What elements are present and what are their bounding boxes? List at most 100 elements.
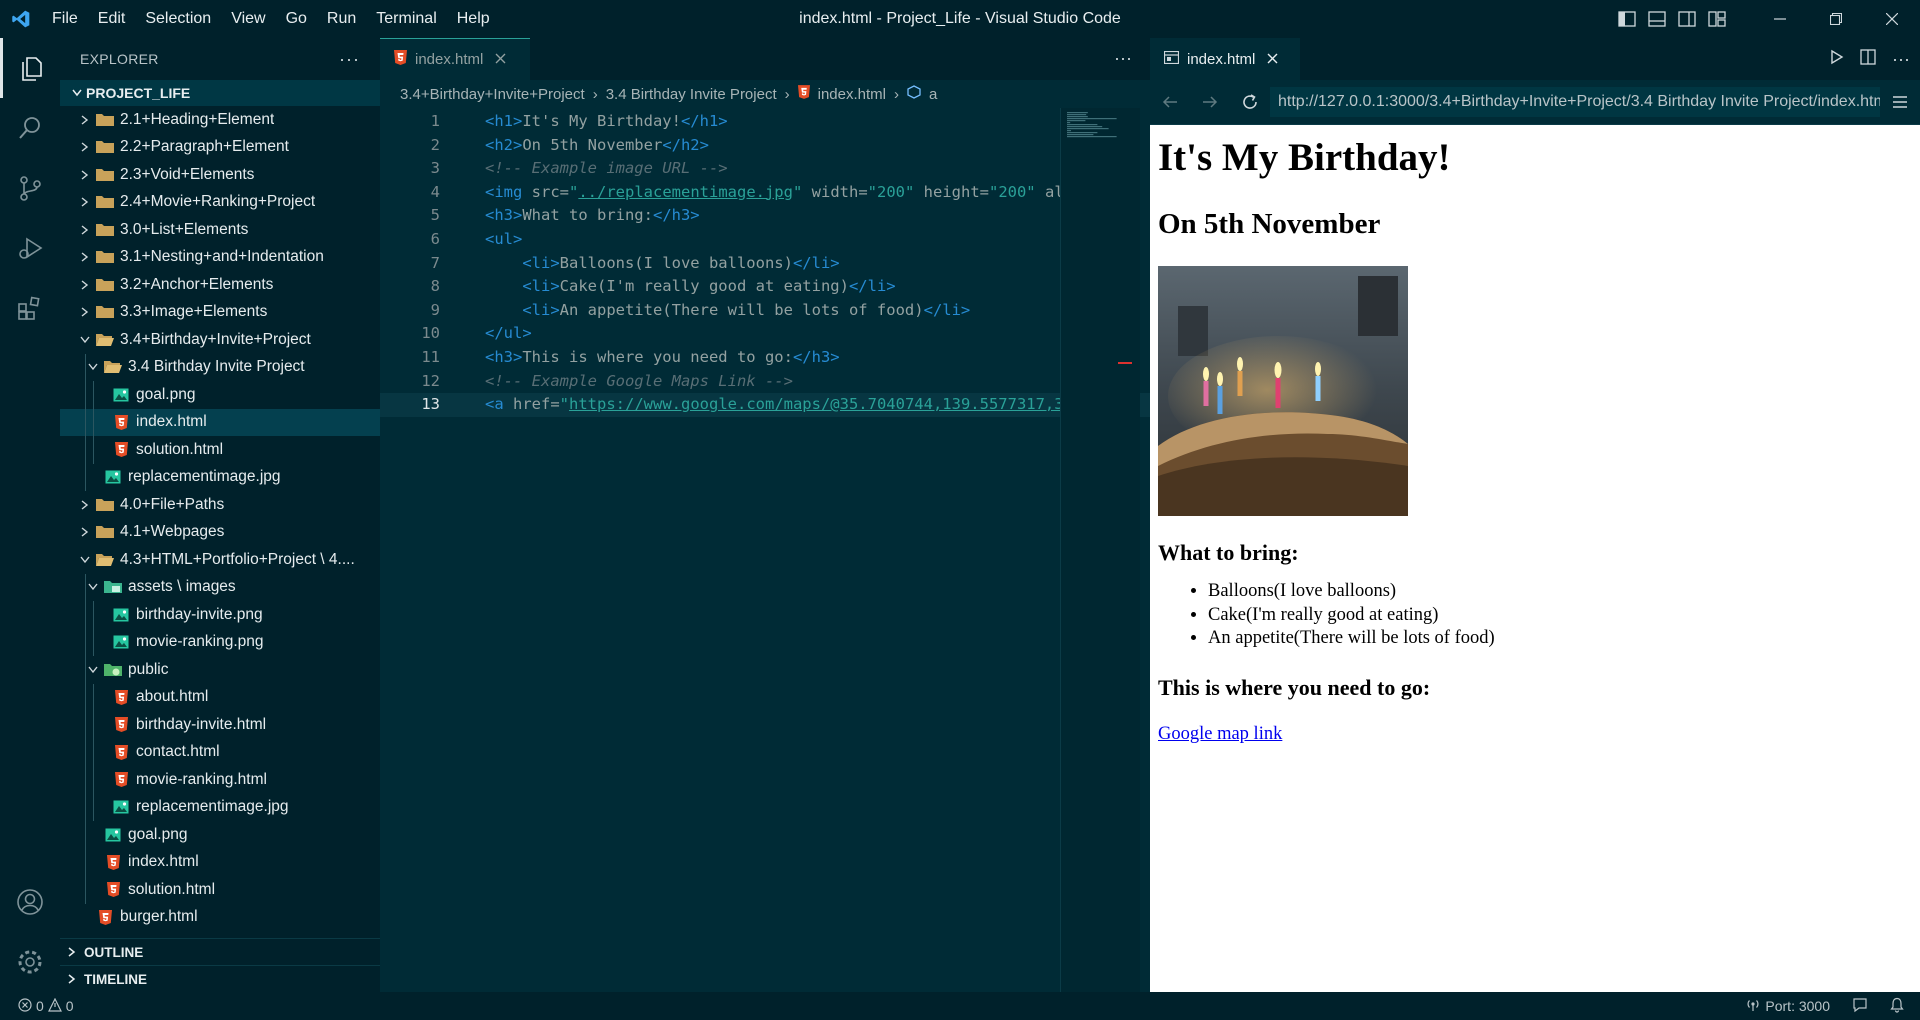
close-window-icon[interactable] — [1864, 0, 1920, 38]
hamburger-menu-icon[interactable] — [1880, 80, 1920, 125]
manage-gear-icon[interactable] — [0, 932, 60, 992]
extensions-icon[interactable] — [0, 278, 60, 338]
code-line[interactable]: 13 <a href="https://www.google.com/maps/@… — [380, 393, 1150, 417]
code-line[interactable]: 10 </ul> — [380, 322, 1150, 346]
tree-folder[interactable]: assets \ images — [60, 573, 380, 601]
menu-file[interactable]: File — [42, 0, 88, 38]
code-line[interactable]: 6 <ul> — [380, 228, 1150, 252]
html5-file-icon — [102, 881, 124, 899]
tree-file[interactable]: index.html — [60, 848, 380, 876]
code-line[interactable]: 3 <!-- Example image URL --> — [380, 157, 1150, 181]
tree-folder[interactable]: 3.1+Nesting+and+Indentation — [60, 244, 380, 272]
code-line[interactable]: 12 <!-- Example Google Maps Link --> — [380, 370, 1150, 394]
port-indicator[interactable]: Port: 3000 — [1746, 998, 1830, 1015]
menu-run[interactable]: Run — [317, 0, 366, 38]
tree-file[interactable]: index.html — [60, 408, 380, 436]
menu-go[interactable]: Go — [276, 0, 317, 38]
tree-file[interactable]: about.html — [60, 683, 380, 711]
google-map-link[interactable]: Google map link — [1158, 724, 1282, 745]
run-icon[interactable] — [1830, 49, 1844, 70]
menu-view[interactable]: View — [221, 0, 275, 38]
customize-layout-icon[interactable] — [1702, 0, 1732, 38]
code-line[interactable]: 11 <h3>This is where you need to go:</h3> — [380, 346, 1150, 370]
back-arrow-icon[interactable] — [1150, 80, 1190, 125]
split-editor-icon[interactable] — [1860, 48, 1876, 70]
feedback-icon[interactable] — [1852, 997, 1868, 1016]
title-bar: File Edit Selection View Go Run Terminal Help i… — [0, 0, 1920, 38]
tree-folder[interactable]: 4.3+HTML+Portfolio+Project \ 4.... — [60, 546, 380, 574]
minimize-icon[interactable] — [1752, 0, 1808, 38]
tree-file[interactable]: solution.html — [60, 876, 380, 904]
tab-index-html[interactable]: index.html — [380, 38, 530, 80]
code-line[interactable]: 8 <li>Cake(I'm really good at eating)</l… — [380, 275, 1150, 299]
tree-folder[interactable]: 2.1+Heading+Element — [60, 106, 380, 134]
problems-indicator[interactable]: 0 0 — [0, 997, 74, 1015]
timeline-section[interactable]: TIMELINE — [60, 965, 380, 992]
menu-selection[interactable]: Selection — [135, 0, 221, 38]
menu-terminal[interactable]: Terminal — [366, 0, 446, 38]
code-line[interactable]: 2 <h2>On 5th November</h2> — [380, 134, 1150, 158]
breadcrumb-subfolder[interactable]: 3.4 Birthday Invite Project — [606, 86, 777, 103]
tree-file[interactable]: movie-ranking.html — [60, 766, 380, 794]
menu-help[interactable]: Help — [447, 0, 500, 38]
tree-folder[interactable]: 3.3+Image+Elements — [60, 299, 380, 327]
tree-folder[interactable]: public — [60, 656, 380, 684]
tree-folder[interactable]: 3.0+List+Elements — [60, 216, 380, 244]
forward-arrow-icon[interactable] — [1190, 80, 1230, 125]
tree-folder[interactable]: 2.2+Paragraph+Element — [60, 134, 380, 162]
tree-file[interactable]: replacementimage.jpg — [60, 793, 380, 821]
code-line[interactable]: 1 <h1>It's My Birthday!</h1> — [380, 110, 1150, 134]
tree-folder[interactable]: 3.4 Birthday Invite Project — [60, 353, 380, 381]
toggle-primary-sidebar-icon[interactable] — [1612, 0, 1642, 38]
code-area[interactable]: 1 <h1>It's My Birthday!</h1> 2 <h2>On 5th N… — [380, 110, 1150, 417]
chevron-right-icon — [76, 115, 94, 125]
tree-folder[interactable]: 3.2+Anchor+Elements — [60, 271, 380, 299]
minimap[interactable] — [1060, 108, 1140, 992]
more-actions-icon[interactable]: ··· — [339, 49, 360, 70]
tree-item-label: 3.1+Nesting+and+Indentation — [120, 248, 324, 266]
explorer-icon[interactable] — [0, 38, 60, 98]
tree-folder[interactable]: 4.1+Webpages — [60, 519, 380, 547]
tree-file[interactable]: birthday-invite.html — [60, 711, 380, 739]
tab-preview-index-html[interactable]: index.html — [1150, 38, 1300, 80]
restore-icon[interactable] — [1808, 0, 1864, 38]
breadcrumb-folder[interactable]: 3.4+Birthday+Invite+Project — [400, 86, 585, 103]
code-line[interactable]: 7 <li>Balloons(I love balloons)</li> — [380, 252, 1150, 276]
run-debug-icon[interactable] — [0, 218, 60, 278]
tree-folder[interactable]: 2.4+Movie+Ranking+Project — [60, 189, 380, 217]
toggle-panel-icon[interactable] — [1642, 0, 1672, 38]
tree-file[interactable]: movie-ranking.png — [60, 628, 380, 656]
code-token: <h1> — [485, 112, 523, 130]
breadcrumb-symbol[interactable]: a — [929, 86, 937, 103]
search-icon[interactable] — [0, 98, 60, 158]
tree-file[interactable]: burger.html — [60, 904, 380, 932]
tree-file[interactable]: birthday-invite.png — [60, 601, 380, 629]
code-line[interactable]: 9 <li>An appetite(There will be lots of … — [380, 299, 1150, 323]
close-tab-icon[interactable] — [1267, 51, 1278, 68]
tree-folder[interactable]: 2.3+Void+Elements — [60, 161, 380, 189]
code-token: <h3> — [485, 347, 523, 366]
close-tab-icon[interactable] — [495, 51, 506, 68]
notifications-bell-icon[interactable] — [1890, 997, 1904, 1016]
source-control-icon[interactable] — [0, 158, 60, 218]
tree-folder[interactable]: 3.4+Birthday+Invite+Project — [60, 326, 380, 354]
reload-icon[interactable] — [1230, 80, 1270, 125]
tree-file[interactable]: goal.png — [60, 821, 380, 849]
project-root[interactable]: PROJECT_LIFE — [60, 80, 380, 106]
tree-file[interactable]: solution.html — [60, 436, 380, 464]
menu-edit[interactable]: Edit — [88, 0, 136, 38]
tree-file[interactable]: goal.png — [60, 381, 380, 409]
code-line[interactable]: 4 <img src="../replacementimage.jpg" widt… — [380, 181, 1150, 205]
tree-folder[interactable]: 4.0+File+Paths — [60, 491, 380, 519]
toggle-secondary-sidebar-icon[interactable] — [1672, 0, 1702, 38]
breadcrumb-file[interactable]: index.html — [818, 86, 886, 103]
tree-file[interactable]: contact.html — [60, 738, 380, 766]
tree-file[interactable]: replacementimage.jpg — [60, 463, 380, 491]
code-line[interactable]: 5 <h3>What to bring:</h3> — [380, 204, 1150, 228]
tree-item-label: movie-ranking.html — [136, 770, 267, 788]
outline-section[interactable]: OUTLINE — [60, 938, 380, 965]
account-icon[interactable] — [0, 872, 60, 932]
url-bar[interactable]: http://127.0.0.1:3000/3.4+Birthday+Invit… — [1270, 87, 1880, 117]
editor-more-actions-icon[interactable]: ··· — [1114, 48, 1132, 69]
more-actions-icon[interactable]: ··· — [1892, 49, 1910, 70]
